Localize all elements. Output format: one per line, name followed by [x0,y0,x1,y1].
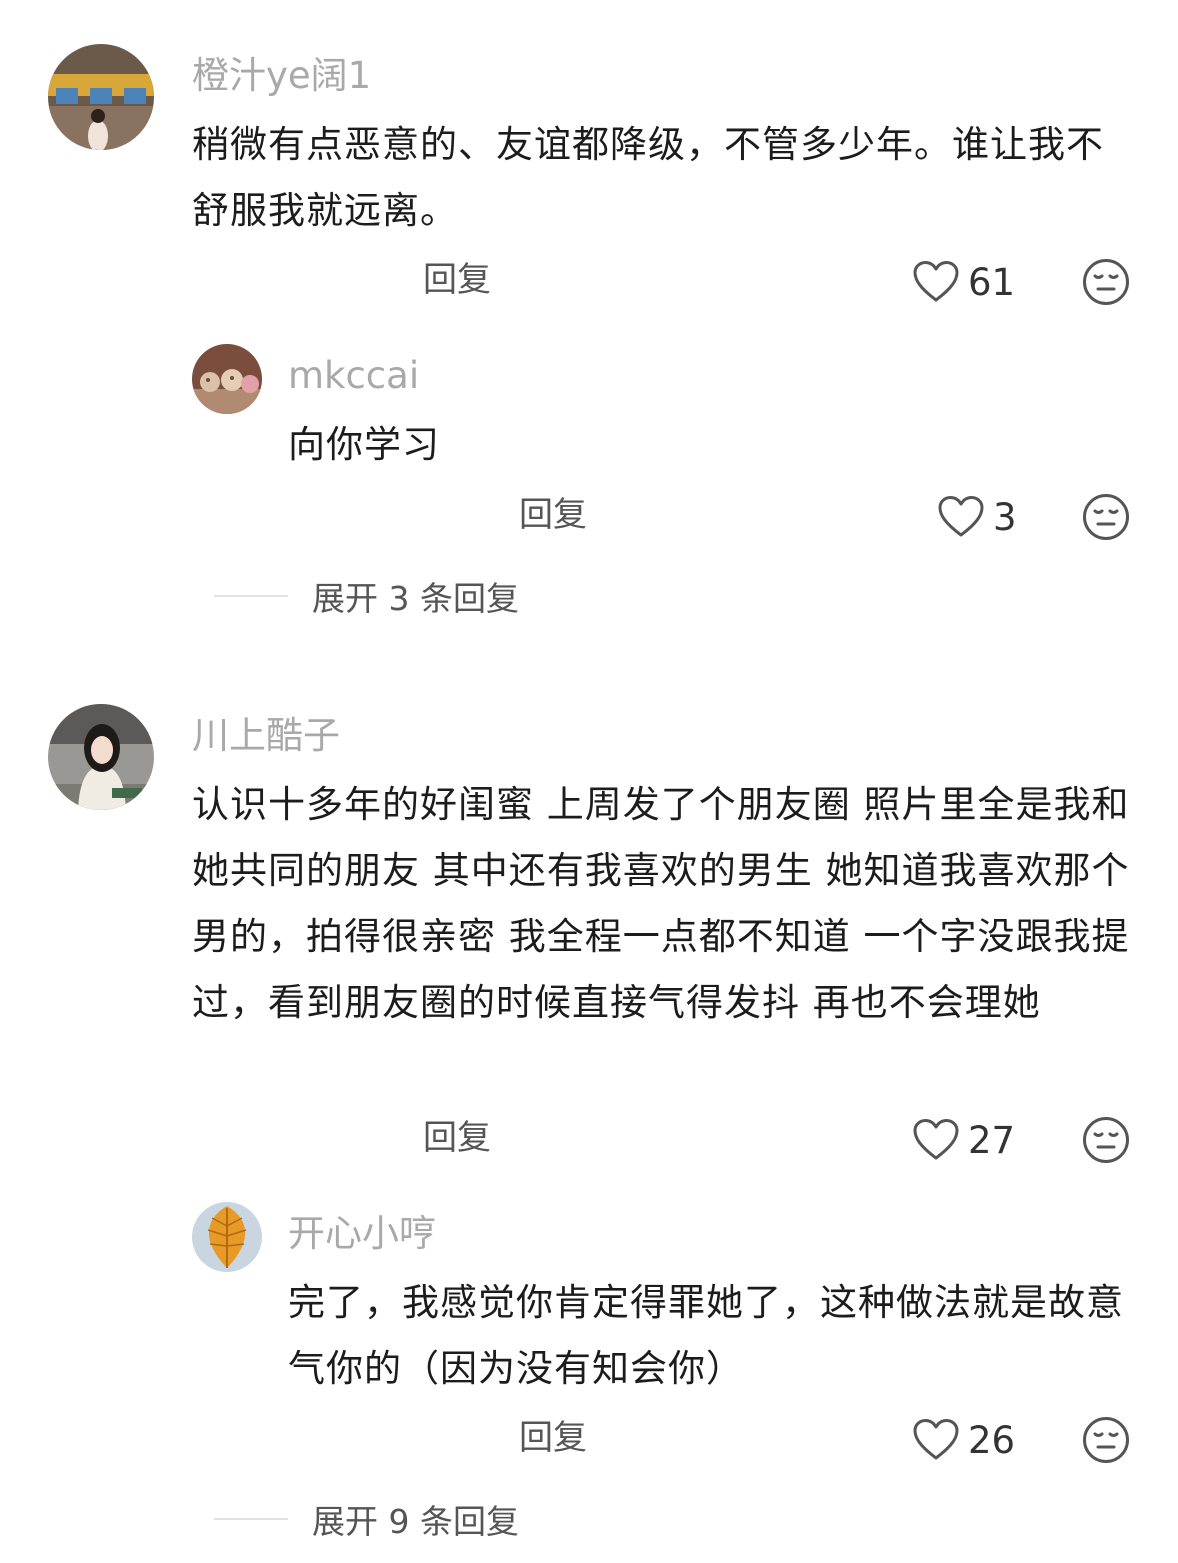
replier-avatar[interactable] [192,1202,262,1272]
comment-text: 认识十多年的好闺蜜 上周发了个朋友圈 照片里全是我和她共同的朋友 其中还有我喜欢… [192,783,1130,1024]
meh-face-icon [1083,1117,1129,1163]
heart-outline-icon [913,1119,959,1160]
replier-avatar[interactable] [192,344,262,414]
like-button[interactable]: 27 [912,1115,1015,1165]
dislike-button[interactable] [1082,493,1130,541]
dislike-button[interactable] [1082,1116,1130,1164]
reply-button[interactable]: 回复 [519,1418,587,1458]
expand-replies-button[interactable]: 展开 9 条回复 [214,1497,519,1541]
meh-face-icon [1083,259,1129,305]
divider-line [214,595,288,597]
like-count: 26 [968,1418,1016,1462]
heart-outline-icon [938,496,984,537]
meh-face-icon [1083,494,1129,540]
divider-line [214,1518,288,1520]
heart-outline-icon [913,261,959,302]
reply-button[interactable]: 回复 [423,260,491,300]
like-button[interactable]: 61 [912,257,1015,307]
comment-text: 稍微有点恶意的、友谊都降级，不管多少年。谁让我不舒服我就远离。 [192,123,1104,232]
replier-name[interactable]: mkccai [288,354,419,398]
like-button[interactable]: 3 [937,492,1017,542]
commenter-name[interactable]: 川上酷子 [192,714,340,758]
meh-face-icon [1083,1417,1129,1463]
dislike-button[interactable] [1082,258,1130,306]
reply-text: 向你学习 [288,423,440,466]
like-count: 3 [993,495,1017,539]
like-button[interactable]: 26 [912,1415,1015,1465]
reply-button[interactable]: 回复 [519,495,587,535]
expand-label: 展开 3 条回复 [312,579,519,618]
replier-name[interactable]: 开心小哼 [288,1212,436,1256]
heart-outline-icon [913,1419,959,1460]
reply-text: 完了，我感觉你肯定得罪她了，这种做法就是故意气你的（因为没有知会你） [288,1281,1124,1390]
like-count: 61 [968,260,1016,304]
like-count: 27 [968,1118,1016,1162]
commenter-avatar[interactable] [48,44,154,150]
reply-button[interactable]: 回复 [423,1118,491,1158]
commenter-name[interactable]: 橙汁ye阔1 [192,54,371,98]
commenter-avatar[interactable] [48,704,154,810]
expand-replies-button[interactable]: 展开 3 条回复 [214,574,519,618]
dislike-button[interactable] [1082,1416,1130,1464]
expand-label: 展开 9 条回复 [312,1502,519,1541]
